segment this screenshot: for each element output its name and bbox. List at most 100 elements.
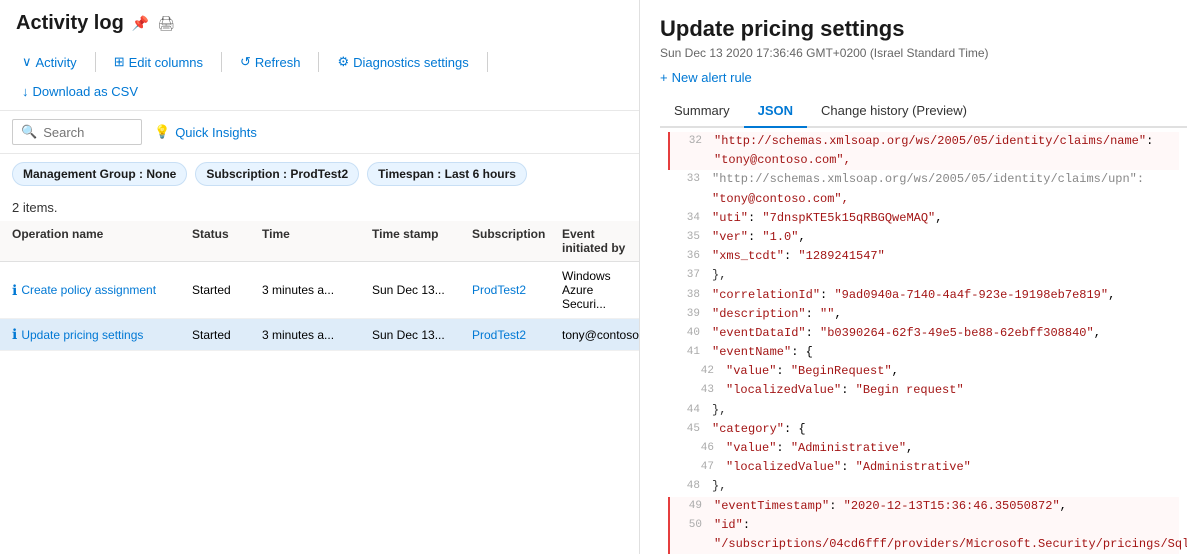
json-line: 50 "id": "/subscriptions/04cd6fff/provid… [668,516,1179,554]
diagnostics-icon: ⚙ [337,54,349,70]
chevron-down-icon: ∨ [22,54,32,70]
json-content: }, [712,477,726,496]
toolbar: ∨ Activity ⊞ Edit columns ↺ Refresh ⚙ Di… [0,43,639,111]
col-status: Status [192,227,262,255]
separator [221,52,222,72]
quick-insights-button[interactable]: 💡 Quick Insights [154,124,257,140]
lightbulb-icon: 💡 [154,124,170,140]
subscription-filter[interactable]: Subscription : ProdTest2 [195,162,359,186]
detail-tabs: Summary JSON Change history (Preview) [660,95,1187,128]
json-line: 40 "eventDataId": "b0390264-62f3-49e5-be… [668,324,1179,343]
json-content: "description": "", [712,305,842,324]
json-content: "eventName": { [712,343,813,362]
json-line: 33 "http://schemas.xmlsoap.org/ws/2005/0… [668,170,1179,189]
json-content: "correlationId": "9ad0940a-7140-4a4f-923… [712,286,1115,305]
search-icon: 🔍 [21,124,37,140]
json-content: "http://schemas.xmlsoap.org/ws/2005/05/i… [712,170,1144,189]
download-button[interactable]: ↓ Download as CSV [12,79,148,104]
col-time: Time [262,227,372,255]
columns-icon: ⊞ [114,54,125,70]
refresh-button[interactable]: ↺ Refresh [230,49,310,75]
json-line: 37 }, [668,266,1179,285]
line-number: 49 [672,497,702,516]
tab-json[interactable]: JSON [744,95,807,128]
search-box[interactable]: 🔍 [12,119,142,145]
edit-columns-button[interactable]: ⊞ Edit columns [104,49,213,75]
info-icon: ℹ [12,326,17,343]
management-group-filter[interactable]: Management Group : None [12,162,187,186]
line-number: 48 [670,477,700,496]
json-content: "ver": "1.0", [712,228,806,247]
filters-bar: Management Group : None Subscription : P… [0,154,639,194]
json-viewer[interactable]: 32 "http://schemas.xmlsoap.org/ws/2005/0… [660,128,1187,554]
operation-name-cell: ℹ Update pricing settings [12,326,192,343]
line-number: 43 [684,381,714,400]
tab-change-history[interactable]: Change history (Preview) [807,95,981,126]
json-line: 45 "category": { [668,420,1179,439]
op-name-link[interactable]: Update pricing settings [21,328,143,342]
json-line: 46 "value": "Administrative", [668,439,1179,458]
line-number: 33 [670,170,700,189]
json-content: "value": "Administrative", [726,439,913,458]
json-content: "uti": "7dnspKTE5k15qRBGQweMAQ", [712,209,942,228]
json-content: "localizedValue": "Administrative" [726,458,971,477]
json-line: 48 }, [668,477,1179,496]
json-content: "localizedValue": "Begin request" [726,381,964,400]
download-icon: ↓ [22,84,29,99]
timestamp-cell: Sun Dec 13... [372,283,472,297]
json-line: 42 "value": "BeginRequest", [668,362,1179,381]
op-name-link[interactable]: Create policy assignment [21,283,156,297]
json-content: "xms_tcdt": "1289241547" [712,247,885,266]
line-number: 46 [684,439,714,458]
json-line: 44 }, [668,401,1179,420]
table-header: Operation name Status Time Time stamp Su… [0,221,639,262]
json-line: 41 "eventName": { [668,343,1179,362]
json-content: "category": { [712,420,806,439]
json-line: 47 "localizedValue": "Administrative" [668,458,1179,477]
json-content: "tony@contoso.com", [714,151,851,170]
line-number: 37 [670,266,700,285]
json-line: "tony@contoso.com", [668,151,1179,170]
json-line: 35 "ver": "1.0", [668,228,1179,247]
new-alert-rule-button[interactable]: + New alert rule [660,70,1187,85]
line-number: 47 [684,458,714,477]
col-event-by: Event initiated by [562,227,627,255]
page-header: Activity log 📌 🖨 [0,0,639,43]
info-icon: ℹ [12,282,17,299]
operation-name-cell: ℹ Create policy assignment [12,282,192,299]
line-number: 42 [684,362,714,381]
tab-summary[interactable]: Summary [660,95,744,126]
separator [318,52,319,72]
plus-icon: + [660,70,668,85]
time-cell: 3 minutes a... [262,283,372,297]
line-number: 39 [670,305,700,324]
col-operation-name: Operation name [12,227,192,255]
json-line: 34 "uti": "7dnspKTE5k15qRBGQweMAQ", [668,209,1179,228]
diagnostics-button[interactable]: ⚙ Diagnostics settings [327,49,478,75]
json-content: "value": "BeginRequest", [726,362,899,381]
json-content: }, [712,401,726,420]
page-title: Activity log [16,12,124,35]
print-icon[interactable]: 🖨 [157,15,175,32]
table-body: ℹ Create policy assignment Started 3 min… [0,262,639,554]
line-number: 40 [670,324,700,343]
table-row[interactable]: ℹ Update pricing settings Started 3 minu… [0,319,639,351]
status-cell: Started [192,283,262,297]
timestamp-cell: Sun Dec 13... [372,328,472,342]
pin-icon[interactable]: 📌 [132,15,149,32]
col-subscription: Subscription [472,227,562,255]
line-number: 36 [670,247,700,266]
table-row[interactable]: ℹ Create policy assignment Started 3 min… [0,262,639,319]
timespan-filter[interactable]: Timespan : Last 6 hours [367,162,527,186]
refresh-icon: ↺ [240,54,251,70]
time-cell: 3 minutes a... [262,328,372,342]
json-line: 39 "description": "", [668,305,1179,324]
event-by-cell: Windows Azure Securi... [562,269,627,311]
search-input[interactable] [43,125,123,140]
activity-button[interactable]: ∨ Activity [12,49,87,75]
line-number: 35 [670,228,700,247]
json-line: 32 "http://schemas.xmlsoap.org/ws/2005/0… [668,132,1179,151]
subscription-cell: ProdTest2 [472,328,562,342]
event-by-cell: tony@contoso.com [562,328,639,342]
separator [487,52,488,72]
